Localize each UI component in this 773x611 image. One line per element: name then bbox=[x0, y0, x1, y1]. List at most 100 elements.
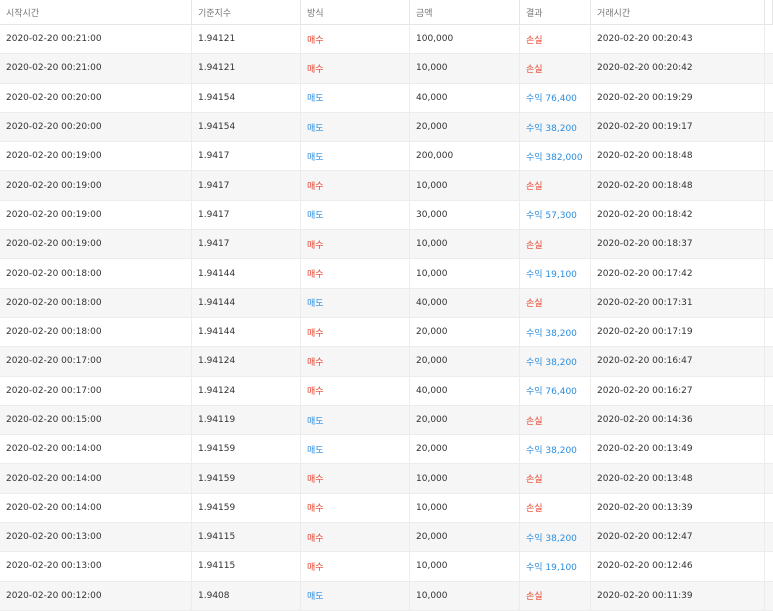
row-spacer bbox=[765, 201, 773, 229]
cell-trade-time: 2020-02-20 00:13:39 bbox=[591, 493, 765, 523]
table-row[interactable]: 2020-02-20 00:20:00 1.94154 매도 40,000 수익 76,… bbox=[0, 83, 773, 113]
cell-trade-time: 2020-02-20 00:13:48 bbox=[591, 464, 765, 493]
cell-trade-time: 2020-02-20 00:17:42 bbox=[591, 259, 765, 288]
cell-result: 수익 382,000 bbox=[520, 142, 591, 171]
cell-start-time: 2020-02-20 00:20:00 bbox=[0, 112, 192, 142]
cell-index-value: 1.94119 bbox=[192, 405, 301, 435]
header-trade-time[interactable]: 거래시간 bbox=[591, 0, 765, 24]
cell-result: 수익 76,400 bbox=[520, 83, 591, 112]
table-row[interactable]: 2020-02-20 00:21:00 1.94121 매수 10,000 손실 2020… bbox=[0, 54, 773, 84]
cell-start-time: 2020-02-20 00:17:00 bbox=[0, 376, 192, 405]
cell-result: 수익 38,200 bbox=[520, 112, 591, 142]
header-method[interactable]: 방식 bbox=[301, 0, 410, 24]
table-row[interactable]: 2020-02-20 00:17:00 1.94124 매수 20,000 수익 38,… bbox=[0, 347, 773, 377]
table-row[interactable]: 2020-02-20 00:13:00 1.94115 매수 20,000 수익 38,… bbox=[0, 523, 773, 553]
cell-result: 수익 19,100 bbox=[520, 259, 591, 288]
table-row[interactable]: 2020-02-20 00:20:00 1.94154 매도 20,000 수익 38,… bbox=[0, 112, 773, 143]
cell-index-value: 1.9417 bbox=[192, 142, 301, 171]
table-row[interactable]: 2020-02-20 00:17:00 1.94124 매수 40,000 수익 76,… bbox=[0, 376, 773, 406]
cell-index-value: 1.9408 bbox=[192, 581, 301, 610]
cell-result: 수익 38,200 bbox=[520, 435, 591, 464]
cell-amount: 20,000 bbox=[410, 112, 520, 142]
row-spacer bbox=[765, 406, 773, 434]
cell-index-value: 1.94115 bbox=[192, 552, 301, 581]
row-spacer bbox=[765, 171, 773, 199]
cell-index-value: 1.94124 bbox=[192, 347, 301, 376]
cell-method: 매수 bbox=[301, 552, 410, 581]
cell-amount: 10,000 bbox=[410, 230, 520, 259]
cell-amount: 20,000 bbox=[410, 347, 520, 376]
cell-start-time: 2020-02-20 00:19:00 bbox=[0, 142, 192, 171]
cell-result: 수익 19,100 bbox=[520, 552, 591, 581]
table-row[interactable]: 2020-02-20 00:12:00 1.9408 매도 10,000 손실 2020-… bbox=[0, 581, 773, 611]
table-row[interactable]: 2020-02-20 00:19:00 1.9417 매수 10,000 손실 2020-… bbox=[0, 171, 773, 201]
table-row[interactable]: 2020-02-20 00:19:00 1.9417 매수 10,000 손실 2020-… bbox=[0, 230, 773, 260]
row-spacer bbox=[765, 582, 773, 610]
row-spacer bbox=[765, 523, 773, 551]
cell-start-time: 2020-02-20 00:19:00 bbox=[0, 200, 192, 230]
cell-start-time: 2020-02-20 00:12:00 bbox=[0, 581, 192, 610]
cell-trade-time: 2020-02-20 00:18:42 bbox=[591, 200, 765, 230]
cell-start-time: 2020-02-20 00:19:00 bbox=[0, 230, 192, 259]
table-row[interactable]: 2020-02-20 00:15:00 1.94119 매도 20,000 손실 2020… bbox=[0, 405, 773, 436]
cell-start-time: 2020-02-20 00:18:00 bbox=[0, 317, 192, 347]
cell-result: 손실 bbox=[520, 493, 591, 523]
cell-trade-time: 2020-02-20 00:18:48 bbox=[591, 171, 765, 200]
cell-index-value: 1.94159 bbox=[192, 493, 301, 523]
cell-result: 손실 bbox=[520, 288, 591, 317]
table-row[interactable]: 2020-02-20 00:14:00 1.94159 매도 20,000 수익 38,… bbox=[0, 435, 773, 465]
table-row[interactable]: 2020-02-20 00:18:00 1.94144 매수 10,000 수익 19,… bbox=[0, 259, 773, 289]
cell-amount: 10,000 bbox=[410, 464, 520, 493]
table-row[interactable]: 2020-02-20 00:13:00 1.94115 매수 10,000 수익 19,… bbox=[0, 552, 773, 582]
cell-method: 매도 bbox=[301, 288, 410, 317]
cell-index-value: 1.94121 bbox=[192, 54, 301, 83]
row-spacer bbox=[765, 142, 773, 170]
row-spacer bbox=[765, 84, 773, 112]
cell-method: 매도 bbox=[301, 83, 410, 112]
cell-method: 매도 bbox=[301, 435, 410, 464]
cell-method: 매수 bbox=[301, 464, 410, 493]
row-spacer bbox=[765, 54, 773, 82]
cell-amount: 40,000 bbox=[410, 288, 520, 317]
cell-start-time: 2020-02-20 00:20:00 bbox=[0, 83, 192, 112]
cell-result: 수익 57,300 bbox=[520, 200, 591, 230]
header-index-value[interactable]: 기준지수 bbox=[192, 0, 301, 24]
row-spacer bbox=[765, 464, 773, 492]
cell-trade-time: 2020-02-20 00:18:48 bbox=[591, 142, 765, 171]
cell-result: 손실 bbox=[520, 54, 591, 83]
table-header: 시작시간 기준지수 방식 금액 결과 거래시간 bbox=[0, 0, 773, 25]
table-row[interactable]: 2020-02-20 00:21:00 1.94121 매수 100,000 손실 202… bbox=[0, 25, 773, 55]
table-body: 2020-02-20 00:21:00 1.94121 매수 100,000 손실 202… bbox=[0, 25, 773, 611]
cell-start-time: 2020-02-20 00:14:00 bbox=[0, 464, 192, 493]
row-spacer bbox=[765, 230, 773, 258]
cell-index-value: 1.94121 bbox=[192, 25, 301, 54]
table-row[interactable]: 2020-02-20 00:19:00 1.9417 매도 30,000 수익 57,3… bbox=[0, 200, 773, 231]
table-row[interactable]: 2020-02-20 00:19:00 1.9417 매도 200,000 수익 382… bbox=[0, 142, 773, 172]
cell-start-time: 2020-02-20 00:13:00 bbox=[0, 523, 192, 552]
table-row[interactable]: 2020-02-20 00:14:00 1.94159 매수 10,000 손실 2020… bbox=[0, 493, 773, 524]
table-row[interactable]: 2020-02-20 00:18:00 1.94144 매수 20,000 수익 38,… bbox=[0, 317, 773, 348]
cell-trade-time: 2020-02-20 00:16:47 bbox=[591, 347, 765, 376]
header-start-time[interactable]: 시작시간 bbox=[0, 0, 192, 24]
cell-trade-time: 2020-02-20 00:12:47 bbox=[591, 523, 765, 552]
cell-method: 매수 bbox=[301, 259, 410, 288]
cell-result: 수익 38,200 bbox=[520, 317, 591, 347]
cell-method: 매수 bbox=[301, 347, 410, 376]
cell-result: 손실 bbox=[520, 581, 591, 610]
cell-start-time: 2020-02-20 00:14:00 bbox=[0, 493, 192, 523]
cell-amount: 10,000 bbox=[410, 552, 520, 581]
cell-index-value: 1.94154 bbox=[192, 112, 301, 142]
cell-amount: 20,000 bbox=[410, 405, 520, 435]
cell-method: 매도 bbox=[301, 405, 410, 435]
cell-index-value: 1.94124 bbox=[192, 376, 301, 405]
cell-start-time: 2020-02-20 00:13:00 bbox=[0, 552, 192, 581]
cell-result: 수익 76,400 bbox=[520, 376, 591, 405]
cell-start-time: 2020-02-20 00:15:00 bbox=[0, 405, 192, 435]
header-spacer bbox=[765, 0, 773, 24]
header-result[interactable]: 결과 bbox=[520, 0, 591, 24]
table-row[interactable]: 2020-02-20 00:14:00 1.94159 매수 10,000 손실 2020… bbox=[0, 464, 773, 494]
table-row[interactable]: 2020-02-20 00:18:00 1.94144 매도 40,000 손실 2020… bbox=[0, 288, 773, 318]
cell-amount: 20,000 bbox=[410, 435, 520, 464]
header-amount[interactable]: 금액 bbox=[410, 0, 520, 24]
cell-method: 매수 bbox=[301, 171, 410, 200]
